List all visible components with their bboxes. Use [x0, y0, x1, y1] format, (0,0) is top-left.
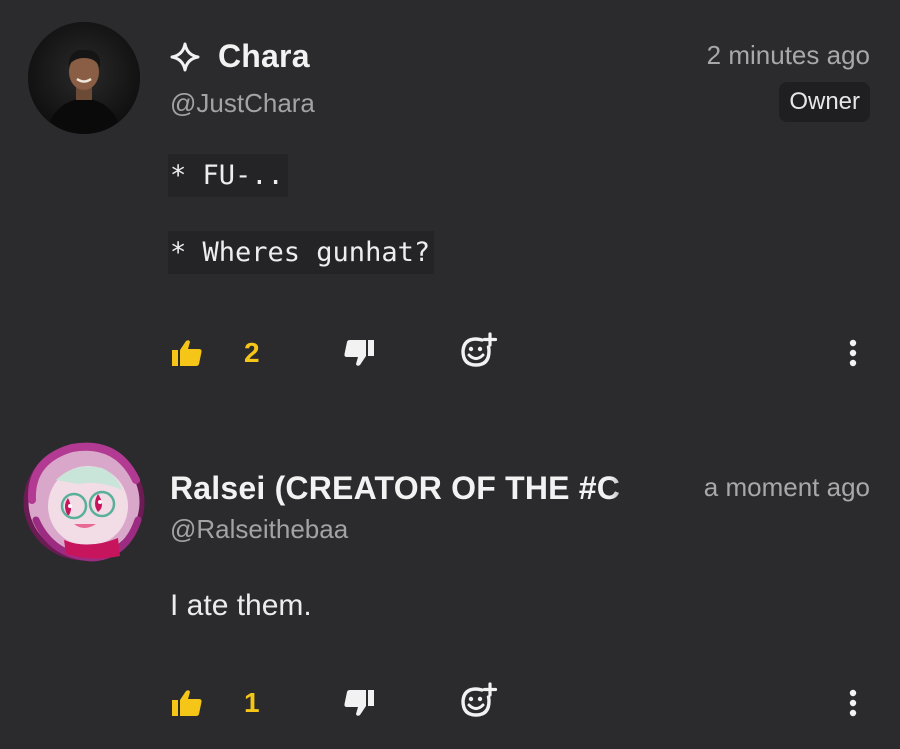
avatar[interactable]	[22, 440, 146, 564]
add-reaction-button[interactable]	[458, 681, 498, 727]
author-row: Chara	[170, 38, 310, 75]
thumbs-up-icon	[171, 338, 203, 373]
author-name[interactable]: Ralsei (CREATOR OF THE #C	[170, 470, 620, 507]
more-vertical-icon	[849, 339, 857, 372]
add-reaction-button[interactable]	[458, 331, 498, 377]
add-reaction-icon	[458, 681, 498, 727]
name-fade	[610, 470, 650, 507]
like-count: 1	[244, 687, 260, 718]
thumbs-up-icon	[171, 688, 203, 723]
thumbs-down-icon	[343, 688, 375, 723]
comment-text: I ate them.	[170, 589, 312, 622]
avatar-drawing	[23, 442, 145, 562]
dislike-button[interactable]	[342, 338, 376, 372]
comment-item: Chara @JustChara 2 minutes ago Owner * F…	[0, 0, 900, 400]
thumbs-down-icon	[343, 338, 375, 373]
author-row: Ralsei (CREATOR OF THE #C	[170, 470, 650, 507]
more-options-button[interactable]	[838, 338, 868, 372]
timestamp: 2 minutes ago	[706, 40, 870, 70]
more-vertical-icon	[849, 689, 857, 722]
comment-text-line: * Wheres gunhat?	[168, 231, 435, 274]
owner-badge: Owner	[779, 82, 870, 122]
author-handle[interactable]: @JustChara	[170, 88, 315, 119]
author-name[interactable]: Chara	[218, 38, 310, 75]
more-options-button[interactable]	[838, 688, 868, 722]
add-reaction-icon	[458, 331, 498, 377]
like-button[interactable]	[170, 338, 204, 372]
avatar-photo	[28, 22, 140, 134]
comment-text-line: * FU-..	[168, 154, 288, 197]
avatar[interactable]	[28, 22, 140, 134]
like-button[interactable]	[170, 688, 204, 722]
sparkle-icon	[170, 42, 200, 72]
like-count: 2	[244, 337, 260, 368]
author-handle[interactable]: @Ralseithebaa	[170, 514, 348, 545]
comment-item: Ralsei (CREATOR OF THE #C @Ralseithebaa …	[0, 400, 900, 749]
timestamp: a moment ago	[703, 472, 870, 502]
dislike-button[interactable]	[342, 688, 376, 722]
